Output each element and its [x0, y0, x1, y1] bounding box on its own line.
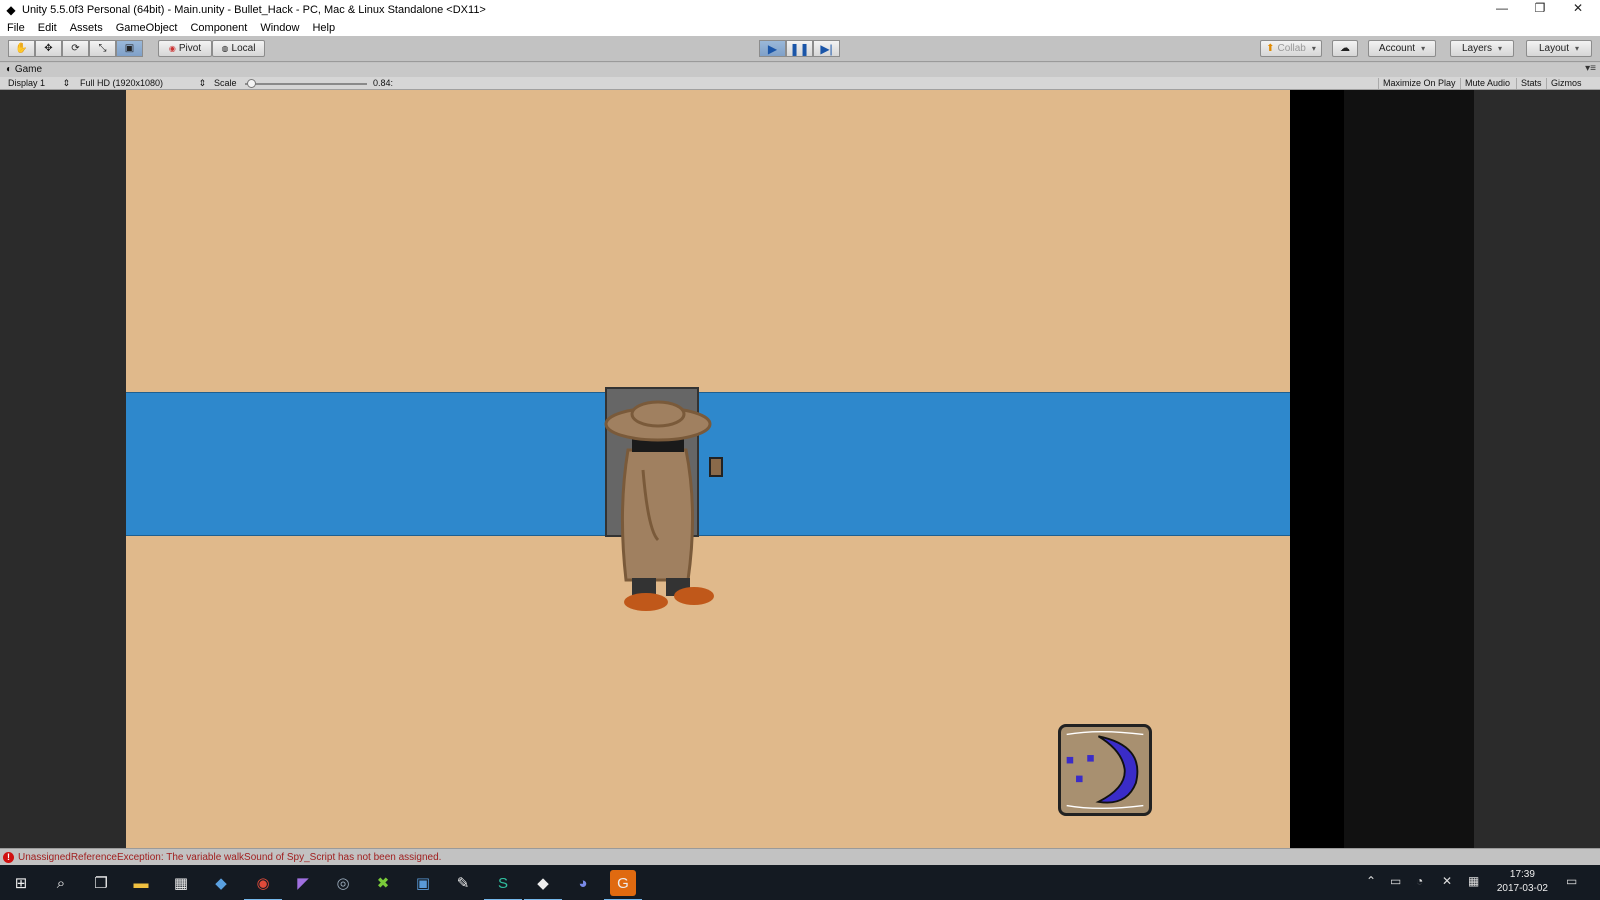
local-icon: ◍ — [221, 44, 229, 53]
scale-tool-icon[interactable]: ⤡ — [89, 40, 116, 57]
menu-bar: File Edit Assets GameObject Component Wi… — [0, 19, 1600, 36]
collab-button[interactable]: ⬆ Collab — [1260, 40, 1322, 57]
game-tab-header: ◐ Game ▾≡ — [0, 63, 1600, 77]
discord-icon[interactable]: ◕ — [570, 870, 596, 896]
crescent-item-icon — [1066, 731, 1144, 809]
console-status-bar[interactable]: ! UnassignedReferenceException: The vari… — [0, 848, 1600, 865]
error-icon: ! — [3, 851, 14, 863]
pause-icon[interactable]: ❚❚ — [786, 40, 813, 57]
layout-label: Layout — [1538, 43, 1569, 54]
resolution-arrow-icon: ⇕ — [198, 78, 206, 88]
move-tool-icon[interactable]: ✥ — [35, 40, 62, 57]
transform-tools: ✋ ✥ ⟳ ⤡ ▣ — [8, 40, 143, 57]
stats-toggle[interactable]: Stats — [1516, 78, 1546, 89]
status-message: UnassignedReferenceException: The variab… — [18, 851, 442, 863]
skype-icon[interactable]: S — [484, 870, 522, 900]
title-bar: ◆ Unity 5.5.0f3 Personal (64bit) - Main.… — [0, 0, 1600, 19]
windows-start-icon[interactable]: ⊞ — [8, 870, 34, 896]
pivot-label: Pivot — [178, 43, 202, 54]
window-title: Unity 5.5.0f3 Personal (64bit) - Main.un… — [22, 3, 486, 16]
steam-icon[interactable]: ◎ — [330, 870, 356, 896]
scale-slider-handle[interactable] — [247, 79, 256, 88]
unity-editor-window: ◆ Unity 5.5.0f3 Personal (64bit) - Main.… — [0, 0, 1600, 900]
game-tab-label: Game — [14, 64, 43, 75]
restore-icon[interactable]: ❐ — [1522, 0, 1558, 19]
game-scene — [126, 90, 1290, 848]
menu-assets[interactable]: Assets — [63, 22, 109, 34]
clock-time: 17:39 — [1509, 869, 1535, 880]
menu-gameobject[interactable]: GameObject — [109, 22, 184, 34]
display-label: Display 1 — [8, 78, 46, 88]
step-icon[interactable]: ▶| — [813, 40, 840, 57]
unity-taskbar-icon[interactable]: ◆ — [524, 870, 562, 900]
viewport-letterbox — [1290, 90, 1344, 848]
maximize-on-play-toggle[interactable]: Maximize On Play — [1378, 78, 1460, 89]
close-icon[interactable]: ✕ — [1560, 0, 1596, 19]
xbox-icon[interactable]: ✖ — [370, 870, 396, 896]
chrome-icon[interactable]: ◉ — [244, 870, 282, 900]
collab-label: Collab — [1277, 43, 1306, 54]
account-label: Account — [1378, 43, 1416, 54]
gizmos-dropdown[interactable]: Gizmos — [1546, 78, 1586, 89]
battery-icon[interactable]: ▭ — [1390, 874, 1401, 888]
local-button[interactable]: ◍ Local — [212, 40, 265, 57]
main-toolbar: ✋ ✥ ⟳ ⤡ ▣ ◉ Pivot ◍ Local ▶ ❚❚ ▶| ⬆ Coll… — [0, 36, 1600, 62]
notifications-icon[interactable]: ▭ — [1566, 874, 1577, 888]
paint-icon[interactable]: ✎ — [450, 870, 476, 896]
layers-label: Layers — [1461, 43, 1492, 54]
tab-menu-icon[interactable]: ▾≡ — [1585, 63, 1596, 74]
clock-date: 2017-03-02 — [1496, 883, 1548, 894]
scale-slider[interactable] — [245, 83, 367, 85]
menu-component[interactable]: Component — [183, 22, 253, 34]
menu-help[interactable]: Help — [305, 22, 341, 34]
search-icon[interactable]: ⌕ — [48, 870, 74, 896]
unity-logo-icon: ◆ — [6, 2, 16, 17]
mute-audio-toggle[interactable]: Mute Audio — [1460, 78, 1514, 89]
task-view-icon[interactable]: ❐ — [88, 870, 114, 896]
gizmos-label: Gizmos — [1551, 78, 1582, 88]
game-taskbar-icon[interactable]: G — [604, 870, 642, 900]
file-explorer-icon[interactable]: ▬ — [128, 870, 154, 896]
volume-mute-icon[interactable]: ✕ — [1442, 874, 1452, 888]
taskbar-clock[interactable]: 17:39 2017-03-02 — [1497, 868, 1548, 896]
pivot-icon: ◉ — [168, 44, 176, 53]
scale-label: Scale — [214, 78, 237, 88]
scale-value: 0.84: — [373, 78, 394, 88]
game-tab[interactable]: ◐ Game — [6, 64, 42, 75]
inventory-item-box — [1058, 724, 1152, 816]
cloud-icon[interactable]: ☁ — [1332, 40, 1358, 57]
layout-dropdown[interactable]: Layout — [1526, 40, 1592, 57]
photoshop-icon[interactable]: ▣ — [410, 870, 436, 896]
windows-taskbar: ⊞ ⌕ ❐ ▬ ▦ ◆ ◉ ◤ ◎ ✖ ▣ ✎ S ◆ ◕ G ⌃ ▭ ◔ ✕ … — [0, 865, 1600, 900]
resolution-dropdown[interactable]: Full HD (1920x1080) ⇕ — [80, 77, 206, 90]
keyboard-icon[interactable]: ▦ — [1468, 874, 1479, 888]
minimize-icon[interactable]: — — [1484, 0, 1520, 19]
store-icon[interactable]: ▦ — [168, 870, 194, 896]
pivot-button[interactable]: ◉ Pivot — [158, 40, 212, 57]
viewport-margin — [1344, 90, 1474, 848]
display-dropdown[interactable]: Display 1 ⇕ — [8, 77, 70, 90]
spy-character — [604, 400, 714, 611]
display-arrow-icon: ⇕ — [62, 78, 70, 88]
account-dropdown[interactable]: Account — [1368, 40, 1436, 57]
tray-expand-icon[interactable]: ⌃ — [1366, 874, 1376, 888]
local-label: Local — [231, 43, 256, 54]
menu-file[interactable]: File — [0, 22, 31, 34]
rotate-tool-icon[interactable]: ⟳ — [62, 40, 89, 57]
layers-dropdown[interactable]: Layers — [1450, 40, 1514, 57]
resolution-label: Full HD (1920x1080) — [80, 78, 164, 88]
game-viewport[interactable] — [0, 90, 1600, 848]
menu-window[interactable]: Window — [253, 22, 305, 34]
visual-studio-icon[interactable]: ◤ — [290, 870, 316, 896]
app-icon[interactable]: ◆ — [208, 870, 234, 896]
play-icon[interactable]: ▶ — [759, 40, 786, 57]
game-tab-icon: ◐ — [6, 64, 13, 75]
wifi-icon[interactable]: ◔ — [1416, 874, 1423, 888]
menu-edit[interactable]: Edit — [31, 22, 63, 34]
collab-icon: ⬆ — [1266, 43, 1275, 54]
play-controls: ▶ ❚❚ ▶| — [759, 40, 840, 57]
hand-tool-icon[interactable]: ✋ — [8, 40, 35, 57]
rect-tool-icon[interactable]: ▣ — [116, 40, 143, 57]
game-view-toolbar: Display 1 ⇕ Full HD (1920x1080) ⇕ Scale … — [0, 77, 1600, 90]
